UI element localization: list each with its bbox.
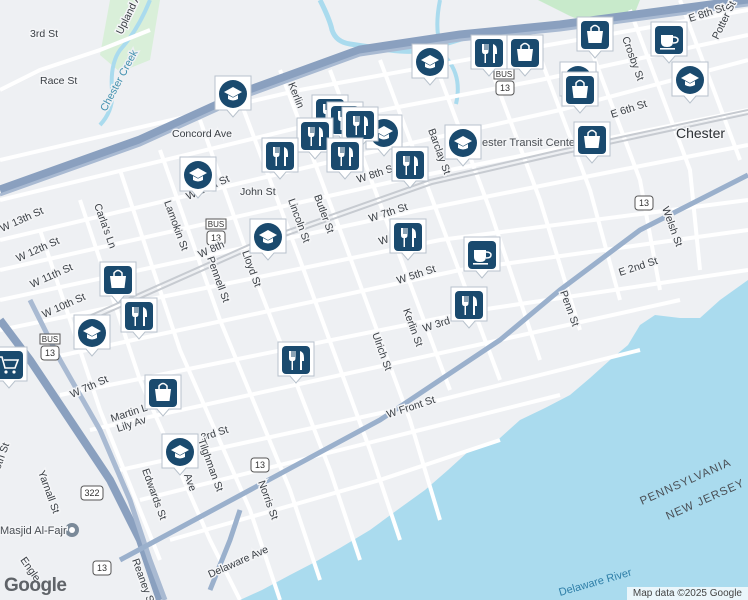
street-label: Concord Ave (172, 128, 232, 140)
shopping-icon (148, 378, 178, 408)
school-icon (166, 438, 194, 466)
svg-text:BUS: BUS (496, 70, 512, 79)
us13-shield: 13 (40, 345, 60, 361)
svg-text:BUS: BUS (208, 220, 224, 229)
school-icon (676, 66, 704, 94)
restaurant-icon (125, 302, 153, 330)
poi-label-transit: Chester Transit Center (468, 137, 579, 149)
restaurant-icon (301, 122, 329, 150)
restaurant-icon (396, 151, 424, 179)
map-canvas[interactable]: 95 13 13 13 13 13 13 322 (0, 0, 748, 600)
grocery-icon (0, 350, 24, 380)
svg-text:BUS: BUS (42, 335, 58, 344)
school-icon (254, 223, 282, 251)
us13-shield: 13 (92, 560, 112, 576)
cafe-icon (467, 240, 497, 270)
restaurant-icon (475, 39, 503, 67)
svg-text:322: 322 (84, 488, 99, 498)
restaurant-icon (282, 346, 310, 374)
poi-label-mosque: Masjid Al-Fajr (0, 525, 67, 537)
restaurant-icon (394, 223, 422, 251)
school-icon (78, 319, 106, 347)
school-icon (416, 48, 444, 76)
svg-text:13: 13 (255, 460, 265, 470)
restaurant-icon (266, 142, 294, 170)
google-logo: Google (4, 575, 67, 596)
restaurant-icon (346, 111, 374, 139)
street-label: Race St (40, 75, 77, 87)
shopping-icon (565, 75, 595, 105)
mosque-poi[interactable] (65, 523, 79, 537)
shopping-icon (577, 125, 607, 155)
bus-shield: BUS (493, 68, 515, 80)
shopping-icon (580, 20, 610, 50)
street-label: John St (240, 186, 276, 198)
us13-shield: 13 (634, 195, 654, 211)
svg-text:13: 13 (45, 348, 55, 358)
restaurant-icon (455, 291, 483, 319)
bus-shield: BUS (205, 218, 227, 230)
street-label: 3rd St (30, 28, 58, 40)
us322-shield: 322 (80, 485, 104, 501)
school-icon (184, 161, 212, 189)
city-label: Chester (676, 125, 725, 141)
restaurant-icon (331, 142, 359, 170)
us13-shield: 13 (495, 80, 515, 96)
svg-text:13: 13 (500, 83, 510, 93)
bus-shield: BUS (39, 333, 61, 345)
cafe-icon (654, 25, 684, 55)
school-icon (449, 129, 477, 157)
svg-text:13: 13 (639, 198, 649, 208)
map-attribution[interactable]: Map data ©2025 Google (626, 587, 748, 600)
shopping-icon (510, 38, 540, 68)
us13-shield: 13 (250, 457, 270, 473)
shopping-icon (103, 265, 133, 295)
school-icon (219, 80, 247, 108)
svg-text:13: 13 (97, 563, 107, 573)
